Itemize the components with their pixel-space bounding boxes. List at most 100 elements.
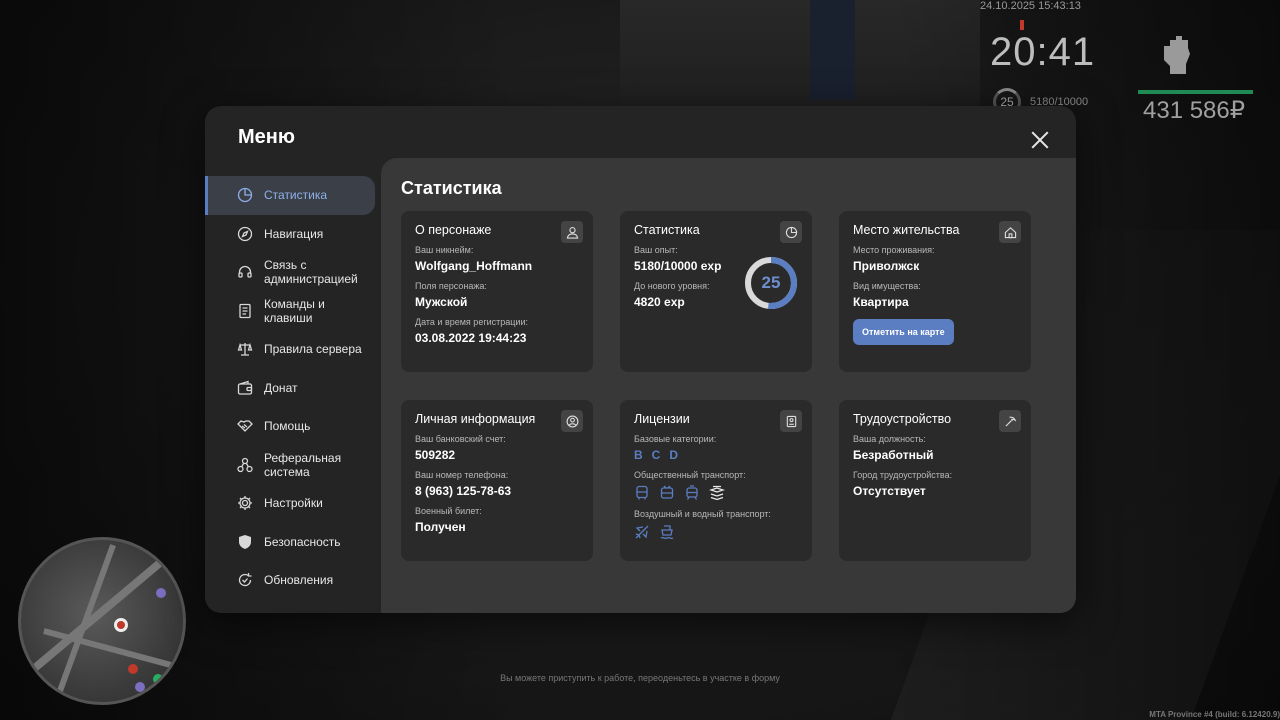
sidebar-item-label: Правила сервера (264, 342, 362, 357)
minimap (18, 537, 186, 705)
hud-clock-marker (1020, 20, 1024, 30)
field-label: Ваш никнейм: (415, 245, 474, 255)
sidebar-item-label: Донат (264, 380, 298, 395)
employment-card: Трудоустройство Ваша должность: Безработ… (839, 400, 1031, 561)
field-label: Ваш банковский счет: (415, 434, 506, 444)
wallet-icon (237, 380, 253, 396)
license-category: B (634, 448, 643, 462)
phone-value: 8 (963) 125-78-63 (415, 484, 512, 498)
content-panel: Статистика О персонаже Ваш никнейм: Wolf… (381, 158, 1076, 613)
hint-text: Вы можете приступить к работе, переодень… (500, 673, 780, 683)
minimap-road (52, 544, 116, 702)
minimap-blip (128, 664, 138, 674)
network-icon (237, 457, 253, 473)
sidebar-item-rules[interactable]: Правила сервера (205, 330, 380, 369)
registration-value: 03.08.2022 19:44:23 (415, 331, 527, 345)
sidebar-item-commands[interactable]: Команды и клавиши (205, 292, 380, 331)
boat-icon (660, 525, 674, 540)
menu-window: Меню Статистика Навигация Связь с админи… (205, 106, 1076, 613)
sidebar-item-statistics[interactable]: Статистика (205, 176, 375, 215)
field-label: Вид имущества: (853, 281, 921, 291)
air-water-transport-icons (634, 524, 798, 540)
mark-on-map-button[interactable]: Отметить на карте (853, 319, 954, 345)
pie-chart-icon (780, 221, 802, 243)
sidebar: Статистика Навигация Связь с администрац… (205, 176, 380, 600)
home-icon (999, 221, 1021, 243)
fist-icon (1160, 32, 1194, 84)
field-label: Город трудоустройства: (853, 470, 953, 480)
content-title: Статистика (401, 178, 502, 198)
sidebar-item-navigation[interactable]: Навигация (205, 215, 380, 254)
pickaxe-icon (999, 410, 1021, 432)
field-label: Ваш опыт: (634, 245, 678, 255)
level-value: 25 (761, 273, 781, 292)
nickname-value: Wolfgang_Hoffmann (415, 259, 533, 273)
licenses-card: Лицензии Базовые категории: B C D Общест… (620, 400, 812, 561)
refresh-icon (237, 572, 253, 588)
personal-info-card: Личная информация Ваш банковский счет: 5… (401, 400, 593, 561)
position-value: Безработный (853, 448, 934, 462)
character-card: О персонаже Ваш никнейм: Wolfgang_Hoffma… (401, 211, 593, 372)
sidebar-item-referral[interactable]: Реферальная система (205, 446, 380, 485)
residence-card: Место жительства Место проживания: Приво… (839, 211, 1031, 372)
sidebar-item-label: Обновления (264, 573, 334, 588)
card-title: О персонаже (415, 223, 492, 237)
field-label: Место проживания: (853, 245, 935, 255)
hud-datetime: 24.10.2025 15:43:13 (980, 0, 1081, 12)
hud-clock: 20:41 (990, 30, 1096, 74)
tram-icon (686, 485, 698, 500)
user-circle-icon (561, 410, 583, 432)
job-city-value: Отсутствует (853, 484, 926, 498)
minimap-blip (135, 682, 145, 692)
shield-icon (237, 534, 253, 550)
sidebar-item-donate[interactable]: Донат (205, 369, 380, 408)
field-label: Военный билет: (415, 506, 482, 516)
sidebar-item-admin-contact[interactable]: Связь с администрацией (205, 253, 380, 292)
field-label: Воздушный и водный транспорт: (634, 509, 771, 519)
gender-value: Мужской (415, 295, 468, 309)
field-label: Ваш номер телефона: (415, 470, 509, 480)
property-value: Квартира (853, 295, 909, 309)
public-transport-icons (634, 485, 798, 501)
minimap-blip (153, 674, 163, 684)
handshake-icon (237, 418, 253, 434)
field-label: Общественный транспорт: (634, 470, 746, 480)
compass-icon (237, 226, 253, 242)
license-category: C (651, 448, 661, 462)
license-icon (780, 410, 802, 432)
minimap-player-marker (114, 618, 128, 632)
user-icon (561, 221, 583, 243)
sidebar-item-security[interactable]: Безопасность (205, 523, 380, 562)
scales-icon (237, 341, 253, 357)
minimap-blip (156, 588, 166, 598)
card-title: Личная информация (415, 412, 536, 426)
gear-icon (237, 495, 253, 511)
sidebar-item-settings[interactable]: Настройки (205, 484, 380, 523)
menu-title: Меню (238, 126, 295, 148)
close-button[interactable] (1028, 128, 1052, 152)
taxi-icon (709, 485, 725, 501)
sidebar-item-label: Статистика (264, 188, 328, 203)
bank-account-value: 509282 (415, 448, 456, 462)
plane-icon (635, 525, 649, 539)
card-title: Статистика (634, 223, 700, 237)
hud-health-bar (1138, 90, 1253, 94)
base-categories: B C D (634, 448, 798, 462)
sidebar-item-help[interactable]: Помощь (205, 407, 380, 446)
pie-chart-icon (237, 187, 253, 203)
field-label: Ваша должность: (853, 434, 926, 444)
card-title: Трудоустройство (853, 412, 952, 426)
sidebar-item-label: Связь с администрацией (264, 258, 358, 287)
card-title: Место жительства (853, 223, 960, 237)
sidebar-item-label: Помощь (264, 419, 311, 434)
card-title: Лицензии (634, 412, 690, 426)
stats-card: Статистика Ваш опыт: 5180/10000 exp До н… (620, 211, 812, 372)
trolleybus-icon (660, 485, 674, 499)
bus-icon (636, 485, 648, 500)
sidebar-item-label: Команды и клавиши (264, 296, 325, 325)
sidebar-item-updates[interactable]: Обновления (205, 561, 380, 600)
field-label: Базовые категории: (634, 434, 717, 444)
hud-money: 431 586₽ (1143, 97, 1246, 124)
sidebar-item-label: Безопасность (264, 534, 341, 549)
field-label: Поля персонажа: (415, 281, 487, 291)
